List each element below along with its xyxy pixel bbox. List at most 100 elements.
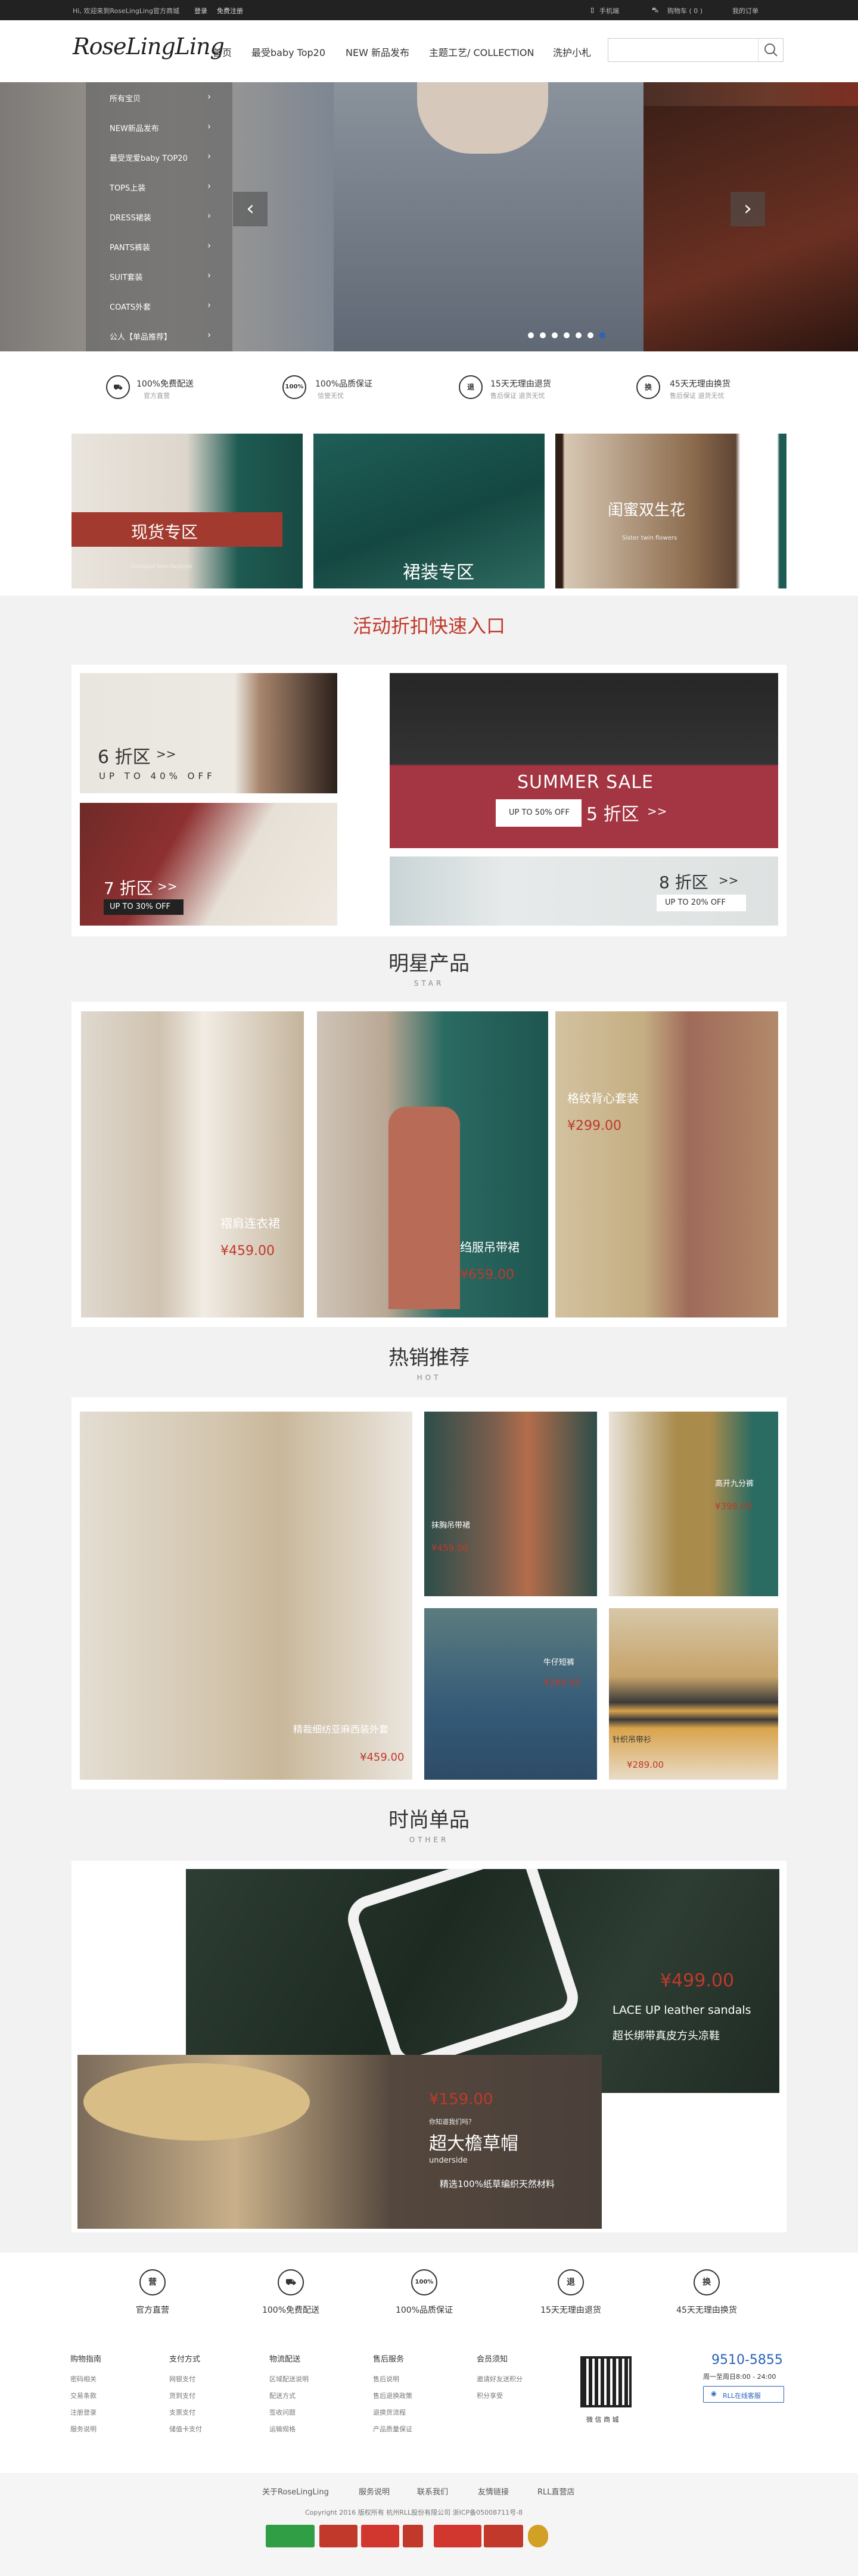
discount-60-tile[interactable]: 6 折区 >> UP TO 40% OFF — [80, 673, 337, 793]
hot-product-card[interactable]: 精裁细纺亚麻西装外套 ¥459.00 — [80, 1412, 412, 1780]
discount-70-tile[interactable]: 7 折区 >> UP TO 30% OFF — [80, 803, 337, 926]
footer-link[interactable]: 储值卡支付 — [169, 2424, 202, 2434]
footer-service-label: 15天无理由退货 — [540, 2306, 601, 2315]
hotline-hours: 周一至周日8:00 - 24:00 — [703, 2373, 776, 2381]
hero-banner[interactable]: 所有宝贝 › NEW新品发布 › 最受宠爱baby TOP20 › TOPS上装 › D… — [0, 82, 858, 351]
orders-link[interactable]: 我的订单 — [732, 6, 758, 15]
footer-link[interactable]: 货到支付 — [169, 2391, 195, 2400]
star-product-card[interactable]: 绉服吊带裙 ¥659.00 — [317, 1011, 548, 1317]
search-button[interactable] — [758, 39, 783, 61]
hot-product-card[interactable]: 高开九分裤 ¥398.00 — [609, 1412, 778, 1596]
hat-title-en: underside — [429, 2156, 468, 2165]
bottom-link-service[interactable]: 服务说明 — [359, 2485, 390, 2497]
footer-col-title: 物流配送 — [269, 2355, 301, 2364]
star-product-card[interactable]: 格纹背心套装 ¥299.00 — [555, 1011, 778, 1317]
chevron-right-icon: › — [207, 300, 211, 310]
hot-product-card[interactable]: 针织吊带衫 ¥289.00 — [609, 1608, 778, 1780]
star-sub: STAR — [414, 979, 444, 988]
hot-product-card[interactable]: 牛仔短裤 ¥289.00 — [424, 1608, 597, 1780]
star-product-name: 褶肩连衣裙 — [220, 1216, 280, 1231]
hot-product-name: 针织吊带衫 — [613, 1736, 652, 1745]
side-item-suit[interactable]: SUIT套装 — [110, 271, 143, 282]
hot-product-name: 抹胸吊带裙 — [431, 1521, 471, 1530]
discount-50-label: 5 折区 — [586, 804, 639, 825]
nav-home[interactable]: 首页 — [213, 45, 232, 59]
logo[interactable]: RoseLingLing — [73, 33, 225, 60]
category-skirts[interactable]: 裙装专区 — [313, 434, 545, 588]
discount-50-button[interactable]: UP TO 50% OFF — [496, 799, 582, 827]
side-item-pants[interactable]: PANTS裤装 — [110, 241, 150, 253]
banner-dot-active[interactable] — [599, 332, 605, 338]
certification-badge[interactable] — [361, 2525, 399, 2547]
footer-link[interactable]: 售后退换政策 — [373, 2391, 412, 2400]
certification-badge[interactable] — [434, 2525, 481, 2547]
cart-link[interactable]: 购物车 ( 0 ) — [667, 6, 702, 15]
nav-collection[interactable]: 主题工艺/ COLLECTION — [429, 45, 534, 59]
certification-badge[interactable] — [319, 2525, 358, 2547]
banner-dot[interactable] — [564, 332, 570, 338]
footer-link[interactable]: 售后说明 — [373, 2374, 399, 2384]
footer-link[interactable]: 交易条款 — [70, 2391, 97, 2400]
footer-link[interactable]: 注册登录 — [70, 2407, 97, 2417]
category-stock[interactable]: 现货专区 Unusual bon-fashion — [72, 434, 303, 588]
service-title: 100%品质保证 — [315, 379, 373, 389]
footer-link[interactable]: 邀请好友送积分 — [477, 2374, 523, 2384]
banner-dot[interactable] — [587, 332, 593, 338]
footer-link[interactable]: 服务说明 — [70, 2424, 97, 2434]
footer-link[interactable]: 积分享受 — [477, 2391, 503, 2400]
banner-dot[interactable] — [576, 332, 582, 338]
nav-top20[interactable]: 最受baby Top20 — [251, 45, 325, 59]
truck-icon: ⛟ — [278, 2269, 304, 2295]
mobile-link[interactable]: 手机端 — [599, 6, 619, 15]
side-item-dress[interactable]: DRESS裙装 — [110, 211, 151, 223]
sandal-strap — [341, 1869, 585, 2074]
banner-dot[interactable] — [552, 332, 558, 338]
side-item-new[interactable]: NEW新品发布 — [110, 122, 159, 133]
online-service-button[interactable]: ◉ RLL在线客服 — [703, 2386, 784, 2403]
footer-link[interactable]: 网银支付 — [169, 2374, 195, 2384]
footer-col-title: 会员须知 — [477, 2355, 508, 2364]
footer-link[interactable]: 密码相关 — [70, 2374, 97, 2384]
certification-badge[interactable] — [528, 2525, 548, 2547]
banner-prev-button[interactable]: ‹ — [233, 192, 268, 226]
hat-promo[interactable]: ¥159.00 你知道我们吗？ 超大檐草帽 underside 精选100%纸草… — [77, 2055, 602, 2229]
discount-80-tile[interactable]: 8 折区 >> UP TO 20% OFF — [390, 856, 778, 926]
bottom-link-contact[interactable]: 联系我们 — [417, 2485, 448, 2497]
chevron-right-icon: › — [207, 121, 211, 132]
discount-80-button[interactable]: UP TO 20% OFF — [657, 895, 746, 911]
side-item-all[interactable]: 所有宝贝 — [110, 92, 141, 104]
hat-price: ¥159.00 — [429, 2091, 493, 2108]
banner-dot[interactable] — [540, 332, 546, 338]
bottom-link-about[interactable]: 关于RoseLingLing — [262, 2485, 329, 2497]
register-link[interactable]: 免费注册 — [217, 6, 243, 15]
category-flowers[interactable]: 闺蜜双生花 Sister twin flowers — [555, 434, 786, 588]
certification-badge[interactable] — [484, 2525, 523, 2547]
footer-link[interactable]: 产品质量保证 — [373, 2424, 412, 2434]
side-item-recommend[interactable]: 公人【单品推荐】 — [110, 331, 172, 342]
footer-link[interactable]: 签收问题 — [269, 2407, 296, 2417]
certification-badge[interactable] — [266, 2525, 315, 2547]
search-input[interactable] — [608, 39, 757, 61]
hot-product-card[interactable]: 抹胸吊带裙 ¥459.00 — [424, 1412, 597, 1596]
login-link[interactable]: 登录 — [194, 6, 207, 15]
footer-link[interactable]: 支票支付 — [169, 2407, 195, 2417]
footer-link[interactable]: 退换货流程 — [373, 2407, 406, 2417]
nav-care[interactable]: 洗护小札 — [553, 45, 591, 59]
certification-badge[interactable] — [403, 2525, 423, 2547]
banner-dot[interactable] — [528, 332, 534, 338]
discount-50-tile[interactable]: SUMMER SALE UP TO 50% OFF 5 折区 >> — [390, 673, 778, 848]
side-item-tops[interactable]: TOPS上装 — [110, 182, 145, 193]
star-product-card[interactable]: 褶肩连衣裙 ¥459.00 — [81, 1011, 304, 1317]
discount-70-button[interactable]: UP TO 30% OFF — [104, 899, 184, 915]
banner-next-button[interactable]: › — [730, 192, 765, 226]
side-item-top20[interactable]: 最受宠爱baby TOP20 — [110, 152, 188, 163]
bottom-link-stores[interactable]: RLL直营店 — [537, 2485, 575, 2497]
footer-link[interactable]: 配送方式 — [269, 2391, 296, 2400]
footer-link[interactable]: 运输规格 — [269, 2424, 296, 2434]
nav-new[interactable]: NEW 新品发布 — [346, 45, 409, 59]
bottom-link-friends[interactable]: 友情链接 — [478, 2485, 509, 2497]
footer-link[interactable]: 区域配送说明 — [269, 2374, 309, 2384]
footer-service-label: 45天无理由换货 — [676, 2306, 737, 2315]
side-item-coats[interactable]: COATS外套 — [110, 301, 151, 312]
star-product-price: ¥459.00 — [220, 1244, 275, 1259]
